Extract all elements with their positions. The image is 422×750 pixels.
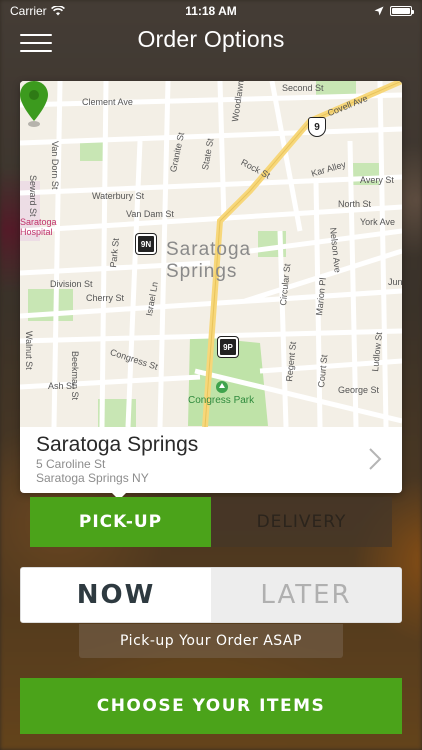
- map-label-vandam: Van Dam St: [126, 209, 174, 219]
- route-9n-badge: 9N: [136, 234, 156, 254]
- map-label-waterbury: Waterbury St: [92, 191, 145, 201]
- timing-selector: NOW LATER: [20, 567, 402, 623]
- now-option[interactable]: NOW: [21, 568, 211, 622]
- page-title: Order Options: [137, 26, 285, 52]
- map-label-walnut: Walnut St: [24, 331, 34, 370]
- route-9-shield: 9: [308, 117, 326, 137]
- map-label-clement: Clement Ave: [82, 97, 133, 107]
- timing-note: Pick-up Your Order ASAP: [79, 624, 343, 658]
- status-time: 11:18 AM: [185, 4, 237, 18]
- selected-location[interactable]: Saratoga Springs 5 Caroline St Saratoga …: [20, 427, 402, 493]
- map-label-george: George St: [338, 385, 380, 395]
- map-label-avery: Avery St: [360, 175, 394, 185]
- map-label-north: North St: [338, 199, 372, 209]
- map-label-york: York Ave: [360, 217, 396, 227]
- map-label-jun: Jun: [388, 277, 402, 287]
- delivery-option[interactable]: DELIVERY: [211, 497, 392, 547]
- location-address-line2: Saratoga Springs NY: [36, 471, 149, 485]
- map-label-cherry: Cherry St: [86, 293, 125, 303]
- location-pin-icon[interactable]: [20, 81, 48, 127]
- map-label-second: Second St: [282, 83, 324, 93]
- route-9p-badge: 9P: [218, 337, 238, 357]
- map-view[interactable]: Clement Ave Van Dorn St Seward St Granit…: [20, 81, 402, 427]
- status-bar: Carrier 11:18 AM: [0, 0, 422, 22]
- order-type-selector: PICK-UP DELIVERY: [30, 497, 392, 547]
- chevron-right-icon: [369, 448, 382, 470]
- map-label-congress-park: Congress Park: [188, 395, 255, 406]
- battery-icon: [390, 6, 414, 16]
- location-card: Clement Ave Van Dorn St Seward St Granit…: [20, 81, 402, 493]
- choose-items-button[interactable]: CHOOSE YOUR ITEMS: [20, 678, 402, 734]
- park-marker-icon: [216, 381, 228, 393]
- map-label-seward: Seward St: [28, 175, 38, 217]
- map-label-vandorn: Van Dorn St: [50, 141, 60, 190]
- map-label-hospital: Saratoga Hospital: [20, 217, 57, 237]
- map-city-label: Saratoga Springs: [166, 239, 252, 282]
- map-label-ash: Ash St: [48, 381, 75, 391]
- location-address-line1: 5 Caroline St: [36, 457, 106, 471]
- location-name: Saratoga Springs: [36, 433, 199, 456]
- map-label-division: Division St: [50, 279, 93, 289]
- map-label-beekman: Beekman St: [70, 351, 80, 401]
- pickup-option[interactable]: PICK-UP: [30, 497, 211, 547]
- nav-bar: Order Options: [0, 22, 422, 62]
- later-option[interactable]: LATER: [211, 568, 401, 622]
